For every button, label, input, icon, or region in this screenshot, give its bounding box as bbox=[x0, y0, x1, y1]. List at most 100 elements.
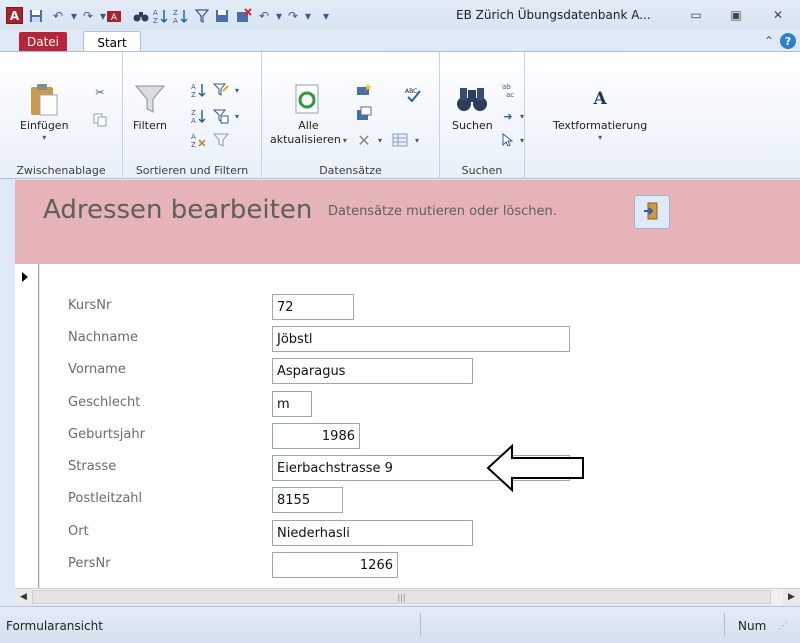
text-format-dropdown-icon[interactable]: ▾ bbox=[598, 133, 602, 142]
filter-icon[interactable] bbox=[194, 8, 210, 24]
scroll-left-icon[interactable]: ◀ bbox=[15, 589, 32, 605]
redo-icon-2[interactable]: ↷ bbox=[285, 8, 301, 24]
label-strasse: Strasse bbox=[68, 459, 117, 474]
spelling-icon[interactable]: ABC bbox=[405, 86, 421, 102]
svg-text:A: A bbox=[173, 17, 178, 24]
text-format-label: Textformatierung bbox=[553, 119, 648, 132]
nachname-field[interactable]: Jöbstl bbox=[272, 326, 570, 352]
tab-datei[interactable]: Datei bbox=[19, 32, 67, 52]
svg-text:Z: Z bbox=[173, 9, 178, 17]
status-bar: Formularansicht Num ⋰ bbox=[0, 606, 800, 643]
clear-sort-icon[interactable]: AZ bbox=[191, 132, 207, 148]
advanced-filter-dropdown-icon[interactable]: ▾ bbox=[229, 108, 245, 124]
status-divider bbox=[420, 613, 421, 637]
toggle-filter-icon[interactable] bbox=[213, 132, 229, 148]
delete-icon[interactable]: ✕ bbox=[356, 131, 372, 150]
text-format-icon: A bbox=[583, 82, 617, 116]
label-vorname: Vorname bbox=[68, 362, 126, 377]
cut-icon[interactable]: ✂ bbox=[92, 84, 108, 100]
form-header: Adressen bearbeiten Datensätze mutieren … bbox=[15, 180, 800, 264]
horizontal-scrollbar[interactable]: ◀ ||| ▶ bbox=[15, 588, 800, 605]
advanced-filter-icon[interactable] bbox=[213, 108, 229, 124]
form-detail: KursNr 72 Nachname Jöbstl Vorname Aspara… bbox=[40, 264, 800, 588]
minimize-ribbon-icon[interactable]: ⌃ bbox=[764, 34, 774, 48]
find-binoculars-icon[interactable] bbox=[133, 8, 149, 24]
find-label: Suchen bbox=[452, 119, 493, 132]
find-button[interactable]: Suchen bbox=[452, 82, 493, 133]
close-form-button[interactable] bbox=[634, 195, 670, 229]
label-persnr: PersNr bbox=[68, 556, 111, 571]
form-subtitle: Datensätze mutieren oder löschen. bbox=[328, 204, 557, 219]
kursnr-field[interactable]: 72 bbox=[272, 294, 354, 320]
svg-text:A: A bbox=[191, 117, 196, 124]
funnel-icon bbox=[133, 82, 167, 116]
persnr-field[interactable]: 1266 bbox=[272, 552, 398, 578]
new-record-icon[interactable] bbox=[356, 82, 372, 98]
save-icon[interactable] bbox=[28, 8, 44, 24]
help-icon[interactable]: ? bbox=[780, 33, 796, 49]
refresh-label-line1: Alle bbox=[298, 119, 319, 132]
save-record-ribbon-icon[interactable] bbox=[356, 106, 372, 122]
ribbon-tabs: Datei Start ⌃ ? bbox=[0, 30, 800, 53]
undo-icon[interactable]: ↶ bbox=[50, 8, 66, 24]
binoculars-icon bbox=[455, 82, 489, 116]
access-view-icon[interactable]: A bbox=[106, 8, 122, 24]
minimize-button[interactable]: ▭ bbox=[684, 6, 708, 24]
text-format-button[interactable]: A Textformatierung ▾ bbox=[553, 82, 647, 142]
sort-ascending-icon[interactable]: AZ bbox=[152, 8, 168, 24]
window-title: EB Zürich Übungsdatenbank A... bbox=[456, 8, 651, 22]
refresh-all-button[interactable]: Alle aktualisieren ▾ bbox=[270, 82, 347, 147]
group-records: Alle aktualisieren ▾ ✕ ▾ ABC ▾ Datensätz… bbox=[262, 52, 440, 179]
filter-button[interactable]: Filtern bbox=[133, 82, 167, 133]
status-numlock: Num bbox=[738, 619, 767, 633]
svg-text:A: A bbox=[191, 133, 196, 141]
resize-grip-icon[interactable]: ⋰ bbox=[778, 621, 788, 632]
selection-filter-dropdown-icon[interactable]: ▾ bbox=[229, 82, 245, 98]
ribbon: Einfügen ▾ ✂ Zwischenablage Filtern AZ Z… bbox=[0, 51, 800, 179]
group-label-records: Datensätze bbox=[319, 164, 382, 177]
record-selector[interactable] bbox=[15, 264, 39, 588]
copy-icon[interactable] bbox=[92, 112, 108, 128]
undo-icon-2[interactable]: ↶ bbox=[256, 8, 272, 24]
clipboard-paste-icon bbox=[27, 82, 61, 116]
postleitzahl-field[interactable]: 8155 bbox=[272, 487, 343, 513]
label-postleitzahl: Postleitzahl bbox=[68, 491, 143, 506]
refresh-label-line2: aktualisieren bbox=[270, 133, 341, 146]
tab-start[interactable]: Start bbox=[83, 31, 141, 53]
redo-icon[interactable]: ↷ bbox=[80, 8, 96, 24]
status-view-name: Formularansicht bbox=[6, 619, 103, 633]
delete-dropdown-icon[interactable]: ▾ bbox=[372, 132, 388, 148]
label-ort: Ort bbox=[68, 524, 89, 539]
selection-filter-icon[interactable] bbox=[213, 82, 229, 98]
delete-record-icon[interactable] bbox=[236, 8, 252, 24]
app-icon-letter: A bbox=[9, 8, 20, 23]
vorname-field[interactable]: Asparagus bbox=[272, 358, 473, 384]
text-format-icon-letter: A bbox=[593, 89, 607, 109]
customize-toolbar-icon[interactable]: ▾ bbox=[318, 8, 334, 24]
geburtsjahr-field[interactable]: 1986 bbox=[272, 423, 360, 449]
navigation-frame bbox=[0, 180, 15, 588]
geschlecht-field[interactable]: m bbox=[272, 391, 312, 417]
label-geschlecht: Geschlecht bbox=[68, 395, 141, 410]
sort-az-icon[interactable]: AZ bbox=[191, 82, 207, 98]
replace-icon[interactable]: ab ac bbox=[502, 82, 518, 98]
more-dropdown-icon[interactable]: ▾ bbox=[409, 132, 425, 148]
scroll-thumb[interactable]: ||| bbox=[32, 590, 771, 604]
group-find: Suchen ab ac ➜ ▾ ▾ Suchen bbox=[440, 52, 525, 179]
close-button[interactable]: ✕ bbox=[766, 6, 790, 24]
refresh-dropdown-icon[interactable]: ▾ bbox=[343, 136, 347, 145]
svg-text:A: A bbox=[111, 13, 118, 23]
annotation-arrow-icon bbox=[486, 444, 584, 492]
paste-dropdown-icon[interactable]: ▾ bbox=[42, 133, 46, 142]
access-app-icon[interactable]: A bbox=[6, 7, 23, 24]
ort-field[interactable]: Niederhasli bbox=[272, 520, 473, 546]
group-label-clipboard: Zwischenablage bbox=[16, 164, 106, 177]
sort-za-icon[interactable]: ZA bbox=[191, 108, 207, 124]
sort-descending-icon[interactable]: ZA bbox=[172, 8, 188, 24]
scroll-right-icon[interactable]: ▶ bbox=[783, 589, 800, 605]
paste-button[interactable]: Einfügen ▾ bbox=[20, 82, 69, 142]
more-icon[interactable] bbox=[392, 132, 408, 148]
save-record-icon[interactable] bbox=[214, 8, 230, 24]
maximize-button[interactable]: ▣ bbox=[724, 6, 748, 24]
redo-dropdown-icon-2[interactable]: ▾ bbox=[300, 8, 316, 24]
